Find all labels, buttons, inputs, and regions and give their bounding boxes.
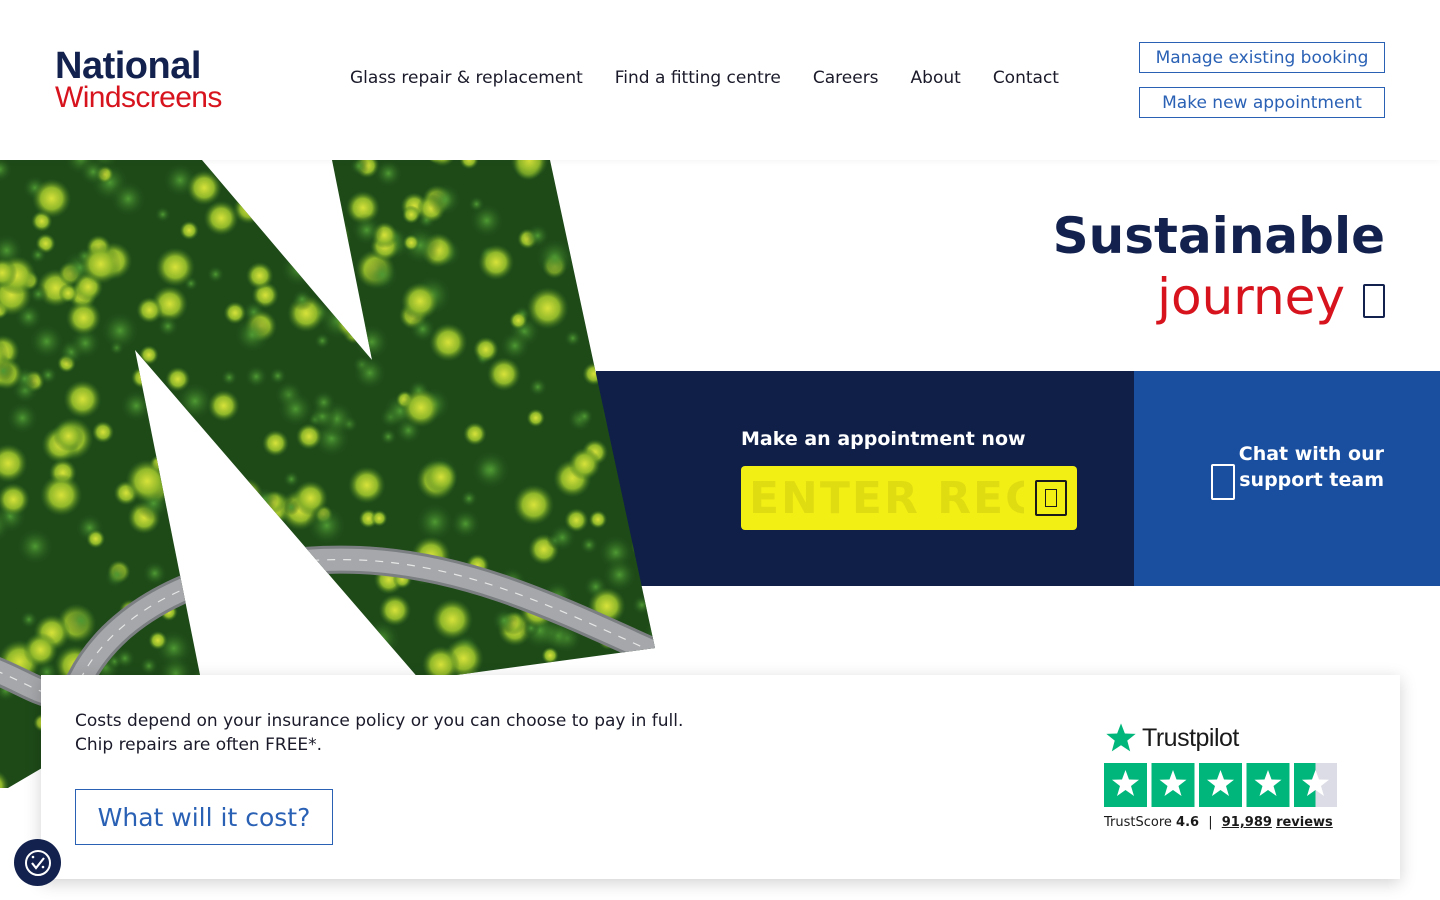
leaf-icon (1363, 284, 1385, 318)
trustscore-value: 4.6 (1176, 815, 1200, 830)
trustpilot-star-icon (1106, 723, 1136, 752)
reg-submit-button[interactable] (1035, 480, 1067, 516)
headline-sustainable: Sustainable (1052, 207, 1385, 265)
reg-input-box (741, 466, 1077, 530)
manage-booking-button[interactable]: Manage existing booking (1139, 42, 1385, 73)
chat-icon (1211, 464, 1235, 500)
trustpilot-rating-stars (1104, 763, 1337, 807)
cost-info-card: Costs depend on your insurance policy or… (41, 675, 1400, 879)
what-will-it-cost-button[interactable]: What will it cost? (75, 789, 333, 845)
page: National Windscreens Glass repair & repl… (0, 0, 1440, 900)
trustpilot-widget[interactable]: Trustpilot TrustScore 4.6 | 91,989 revie… (1104, 721, 1344, 841)
cost-info-line-2: Chip repairs are often FREE*. (75, 735, 323, 755)
nav-contact[interactable]: Contact (993, 68, 1059, 88)
nav-careers[interactable]: Careers (813, 68, 879, 88)
appointment-label: Make an appointment now (741, 428, 1026, 450)
new-appointment-button[interactable]: Make new appointment (1139, 87, 1385, 118)
headline-journey: journey (1157, 268, 1345, 326)
trustscore-line: TrustScore 4.6 | 91,989 reviews (1104, 815, 1333, 830)
cookie-settings-icon (24, 849, 51, 876)
chat-label[interactable]: Chat with our support team (1234, 441, 1384, 493)
cost-info-text: Costs depend on your insurance policy or… (75, 709, 683, 757)
trustscore-separator: | (1208, 815, 1213, 830)
national-windscreens-logo[interactable]: National Windscreens (55, 45, 245, 114)
logo-line-1: National (55, 45, 201, 87)
registration-input[interactable] (749, 472, 1024, 524)
main-nav: Glass repair & replacement Find a fittin… (350, 68, 1059, 88)
cookie-settings-button[interactable] (14, 839, 61, 886)
cost-info-line-1: Costs depend on your insurance policy or… (75, 711, 684, 731)
site-header: National Windscreens Glass repair & repl… (0, 0, 1440, 160)
nav-find-fitting-centre[interactable]: Find a fitting centre (615, 68, 781, 88)
trustscore-review-count[interactable]: 91,989 (1222, 815, 1272, 830)
trustscore-reviews-label[interactable]: reviews (1276, 815, 1333, 830)
nav-about[interactable]: About (911, 68, 961, 88)
headline-journey-row: journey (1053, 266, 1385, 328)
nav-glass-repair[interactable]: Glass repair & replacement (350, 68, 583, 88)
hero-headline: Sustainable journey (1053, 206, 1385, 328)
logo-line-2: Windscreens (55, 81, 222, 114)
trustpilot-brand: Trustpilot (1142, 723, 1239, 752)
trustpilot-logo: Trustpilot (1104, 721, 1344, 755)
trustscore-label: TrustScore (1104, 815, 1172, 830)
